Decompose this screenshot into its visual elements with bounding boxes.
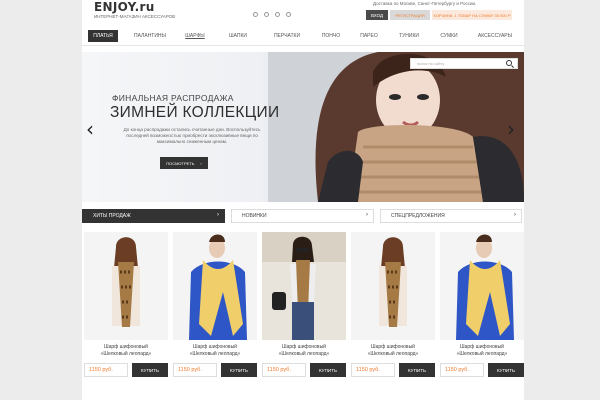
chevron-right-icon: › [217, 212, 219, 218]
product-card: Шарф шифоновый «Шелковый леопард» 1150 р… [262, 232, 346, 380]
cart-summary[interactable]: КОРЗИНА: 1 ТОВАР НА СУММУ 35 000 Р [432, 10, 512, 20]
nav-item-scarves[interactable]: ШАРФЫ [180, 30, 210, 42]
tab-special-offers[interactable]: СПЕЦПРЕДЛОЖЕНИЯ › [380, 209, 522, 223]
buy-button[interactable]: КУПИТЬ [488, 363, 524, 377]
product-name[interactable]: Шарф шифоновый «Шелковый леопард» [351, 344, 435, 358]
page-container: ENJOY.ru ИНТЕРНЕТ-МАГАЗИН АКСЕССУАРОВ До… [82, 0, 524, 400]
nav-item-dresses[interactable]: ПЛАТЬЯ [88, 30, 118, 42]
promo-banner: поиск по сайту ‹ › ФИНАЛЬНАЯ РАСПРОДАЖА … [82, 52, 524, 202]
nav-item-tunics[interactable]: ТУНИКИ [392, 30, 426, 42]
main-nav: ПЛАТЬЯ ПАЛАНТИНЫ ШАРФЫ ШАПКИ ПЕРЧАТКИ ПО… [82, 26, 524, 46]
product-price: 1150 руб. [351, 363, 395, 377]
product-price: 1150 руб. [440, 363, 484, 377]
banner-title-line2: ЗИМНЕЙ КОЛЛЕКЦИИ [110, 104, 280, 121]
product-card: Шарф шифоновый «Шелковый леопард» 1150 р… [173, 232, 257, 380]
chevron-right-icon: › [366, 212, 368, 218]
tab-new[interactable]: НОВИНКИ › [231, 209, 374, 223]
product-name[interactable]: Шарф шифоновый «Шелковый леопард» [440, 344, 524, 358]
tab-bestsellers[interactable]: ХИТЫ ПРОДАЖ › [82, 209, 225, 223]
nav-item-bags[interactable]: СУМКИ [434, 30, 464, 42]
buy-button[interactable]: КУПИТЬ [221, 363, 257, 377]
vk-icon[interactable] [253, 12, 258, 17]
register-link[interactable]: РЕГИСТРАЦИЯ [390, 10, 430, 20]
banner-photo [268, 52, 524, 202]
banner-title-line1: ФИНАЛЬНАЯ РАСПРОДАЖА [112, 93, 234, 103]
product-name[interactable]: Шарф шифоновый «Шелковый леопард» [262, 344, 346, 358]
product-card: Шарф шифоновый «Шелковый леопард» 1150 р… [84, 232, 168, 380]
skype-icon[interactable] [275, 12, 280, 17]
product-price: 1150 руб. [262, 363, 306, 377]
banner-description: До конца распродажи остались считанные д… [123, 127, 261, 144]
product-name-line2: «Шелковый леопард» [189, 351, 241, 357]
phone-icon[interactable] [286, 12, 291, 17]
banner-next-arrow[interactable]: › [507, 119, 515, 139]
nav-item-accessories[interactable]: АКСЕССУАРЫ [470, 30, 520, 42]
product-name[interactable]: Шарф шифоновый «Шелковый леопард» [173, 344, 257, 358]
nav-item-palantines[interactable]: ПАЛАНТИНЫ [128, 30, 172, 42]
product-name-line2: «Шелковый леопард» [278, 351, 330, 357]
mail-icon[interactable] [264, 12, 269, 17]
delivery-info: Доставка по Москве, Санкт-Петербургу и Р… [373, 1, 477, 6]
login-button[interactable]: ВХОД [366, 10, 388, 20]
product-image[interactable] [173, 232, 257, 340]
tab-bestsellers-label: ХИТЫ ПРОДАЖ [93, 213, 131, 219]
buy-button[interactable]: КУПИТЬ [399, 363, 435, 377]
product-name-line2: «Шелковый леопард» [456, 351, 508, 357]
product-name-line1: Шарф шифоновый [193, 344, 237, 350]
product-image[interactable] [84, 232, 168, 340]
social-links [253, 12, 291, 17]
search-icon[interactable] [506, 60, 512, 66]
product-name-line1: Шарф шифоновый [371, 344, 415, 350]
chevron-right-icon: › [200, 160, 202, 166]
search-input[interactable]: поиск по сайту [410, 58, 518, 69]
tab-new-label: НОВИНКИ [242, 213, 267, 219]
product-name-line1: Шарф шифоновый [460, 344, 504, 350]
product-price: 1150 руб. [84, 363, 128, 377]
buy-button[interactable]: КУПИТЬ [132, 363, 168, 377]
product-card: Шарф шифоновый «Шелковый леопард» 1150 р… [440, 232, 524, 380]
banner-prev-arrow[interactable]: ‹ [86, 119, 94, 139]
banner-view-button[interactable]: ПОСМОТРЕТЬ › [160, 157, 208, 169]
nav-item-gloves[interactable]: ПЕРЧАТКИ [264, 30, 310, 42]
nav-item-poncho[interactable]: ПОНЧО [316, 30, 346, 42]
nav-item-hats[interactable]: ШАПКИ [222, 30, 254, 42]
banner-view-label: ПОСМОТРЕТЬ [166, 160, 195, 166]
product-name-line2: «Шелковый леопард» [100, 351, 152, 357]
site-tagline: ИНТЕРНЕТ-МАГАЗИН АКСЕССУАРОВ [94, 14, 176, 19]
product-image[interactable] [440, 232, 524, 340]
product-name-line1: Шарф шифоновый [282, 344, 326, 350]
tab-special-offers-label: СПЕЦПРЕДЛОЖЕНИЯ [391, 213, 445, 219]
product-name[interactable]: Шарф шифоновый «Шелковый леопард» [84, 344, 168, 358]
chevron-right-icon: › [514, 212, 516, 218]
site-logo[interactable]: ENJOY.ru [94, 0, 155, 14]
product-name-line1: Шарф шифоновый [104, 344, 148, 350]
product-image[interactable] [351, 232, 435, 340]
product-name-line2: «Шелковый леопард» [367, 351, 419, 357]
buy-button[interactable]: КУПИТЬ [310, 363, 346, 377]
nav-item-pareo[interactable]: ПАРЕО [354, 30, 384, 42]
product-card: Шарф шифоновый «Шелковый леопард» 1150 р… [351, 232, 435, 380]
product-image[interactable] [262, 232, 346, 340]
product-price: 1150 руб. [173, 363, 217, 377]
